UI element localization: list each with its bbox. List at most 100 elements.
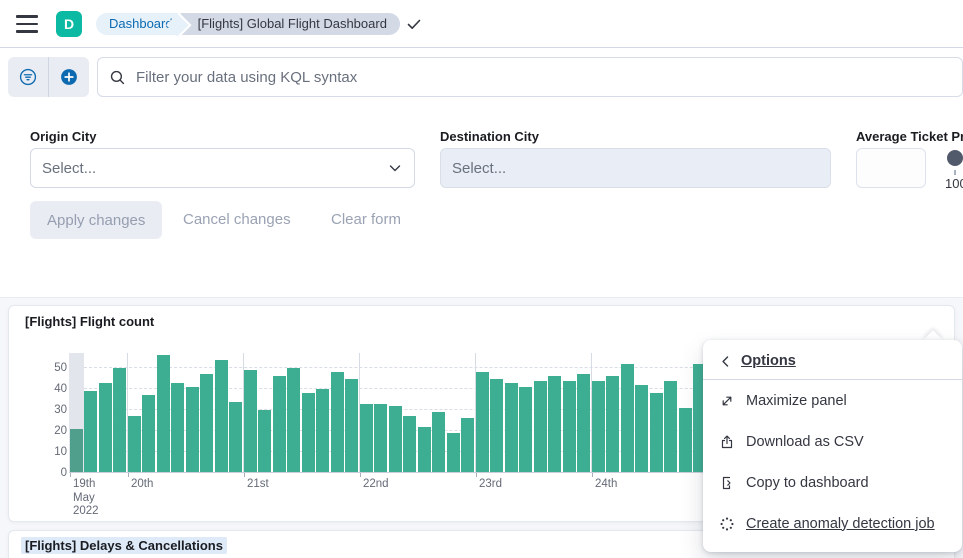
dashboard-controls: Origin City Select... Destination City S… — [0, 105, 963, 298]
menu-item-create-anomaly-job[interactable]: Create anomaly detection job — [703, 503, 962, 544]
flight-count-panel-title[interactable]: [Flights] Flight count — [25, 314, 154, 329]
x-axis-tick — [128, 473, 129, 477]
chart-bar[interactable] — [171, 383, 184, 473]
chart-bar[interactable] — [128, 416, 141, 473]
y-axis: 01020304050 — [29, 353, 67, 473]
breadcrumb-current-dashboard[interactable]: [Flights] Global Flight Dashboard — [181, 13, 400, 35]
maximize-icon — [719, 393, 735, 409]
panel-options-menu: Options Maximize panel Downl — [703, 340, 962, 552]
range-slider-value: 100 — [945, 176, 963, 191]
x-axis-tick — [476, 473, 477, 477]
chart-bar[interactable] — [302, 393, 315, 473]
chart-bar[interactable] — [200, 374, 213, 473]
chart-bar[interactable] — [360, 404, 373, 473]
x-axis-tick — [360, 473, 361, 477]
x-axis-label: 19th May 2022 — [73, 478, 99, 519]
chart-bar[interactable] — [592, 381, 605, 473]
query-bar: Filter your data using KQL syntax — [0, 49, 963, 105]
average-ticket-price-input[interactable] — [856, 148, 926, 188]
average-ticket-price-label: Average Ticket Price — [856, 129, 963, 144]
top-navigation-bar: D Dashboard [Flights] Global Flight Dash… — [0, 0, 963, 48]
chart-bar[interactable] — [215, 360, 228, 473]
kql-search-input[interactable]: Filter your data using KQL syntax — [97, 57, 963, 97]
range-slider-tick — [954, 170, 956, 175]
y-axis-label: 10 — [54, 446, 67, 458]
x-axis-label: 21st — [247, 478, 269, 492]
breadcrumb-dashboard[interactable]: Dashboard — [96, 13, 181, 35]
chevron-down-icon — [387, 160, 403, 176]
chart-bar[interactable] — [635, 385, 648, 473]
x-axis-label: 20th — [131, 478, 153, 492]
chart-bar[interactable] — [229, 402, 242, 473]
menu-item-download-csv[interactable]: Download as CSV — [703, 421, 962, 462]
chart-bar[interactable] — [244, 370, 257, 473]
x-axis-tick — [70, 473, 71, 477]
chart-bar[interactable] — [418, 427, 431, 473]
origin-city-placeholder: Select... — [42, 160, 96, 177]
chart-bar[interactable] — [84, 391, 97, 473]
y-axis-label: 0 — [61, 467, 67, 479]
chart-bar[interactable] — [113, 368, 126, 473]
chart-bar[interactable] — [331, 372, 344, 473]
chart-bar[interactable] — [432, 412, 445, 473]
chart-bar[interactable] — [447, 433, 460, 473]
chart-bar[interactable] — [505, 383, 518, 473]
chart-bar[interactable] — [99, 383, 112, 473]
chart-bar[interactable] — [186, 387, 199, 473]
check-icon[interactable] — [406, 16, 422, 32]
x-axis-tick — [244, 473, 245, 477]
chart-bar[interactable] — [345, 379, 358, 474]
y-axis-label: 50 — [54, 362, 67, 374]
chart-bar[interactable] — [679, 408, 692, 473]
chart-bar[interactable] — [374, 404, 387, 473]
chart-bar[interactable] — [534, 381, 547, 473]
menu-item-label: Download as CSV — [746, 434, 864, 450]
origin-city-label: Origin City — [30, 129, 96, 144]
menu-item-label: Copy to dashboard — [746, 475, 869, 491]
chart-bar[interactable] — [621, 364, 634, 473]
download-icon — [719, 434, 735, 450]
chart-bar[interactable] — [273, 376, 286, 473]
chart-bar[interactable] — [287, 368, 300, 473]
destination-city-select[interactable]: Select... — [440, 148, 831, 188]
chart-bar[interactable] — [490, 379, 503, 474]
menu-item-copy-to-dashboard[interactable]: Copy to dashboard — [703, 462, 962, 503]
chart-bar[interactable] — [519, 387, 532, 473]
filter-in-circle-icon[interactable] — [8, 57, 48, 97]
chart-bar[interactable] — [316, 389, 329, 473]
delays-panel-title[interactable]: [Flights] Delays & Cancellations — [21, 537, 227, 554]
kql-placeholder: Filter your data using KQL syntax — [136, 69, 357, 86]
chart-bar[interactable] — [403, 416, 416, 473]
breadcrumb: Dashboard [Flights] Global Flight Dashbo… — [96, 13, 400, 35]
chart-bar[interactable] — [389, 406, 402, 473]
options-menu-title: Options — [741, 353, 796, 369]
chart-bar[interactable] — [70, 429, 83, 473]
chart-bar[interactable] — [258, 410, 271, 473]
chart-bar[interactable] — [461, 418, 474, 473]
chart-bar[interactable] — [157, 355, 170, 473]
chart-bar[interactable] — [476, 372, 489, 473]
space-avatar[interactable]: D — [56, 11, 82, 37]
ml-icon — [719, 516, 735, 532]
cancel-changes-button[interactable]: Cancel changes — [183, 201, 291, 239]
chart-bar[interactable] — [577, 374, 590, 473]
chart-bar[interactable] — [548, 376, 561, 473]
chart-bar[interactable] — [650, 393, 663, 473]
menu-item-label: Create anomaly detection job — [746, 516, 935, 532]
x-axis-tick — [592, 473, 593, 477]
chart-bar[interactable] — [142, 395, 155, 473]
clear-form-button[interactable]: Clear form — [331, 201, 401, 239]
origin-city-select[interactable]: Select... — [30, 148, 415, 188]
range-slider-thumb[interactable] — [947, 150, 963, 166]
menu-item-maximize-panel[interactable]: Maximize panel — [703, 380, 962, 421]
chart-bar[interactable] — [664, 381, 677, 473]
add-filter-plus-icon[interactable] — [49, 57, 89, 97]
destination-city-placeholder: Select... — [452, 160, 506, 177]
x-axis-label: 24th — [595, 478, 617, 492]
menu-icon[interactable] — [16, 15, 38, 33]
apply-changes-button[interactable]: Apply changes — [30, 201, 162, 239]
x-axis-label: 23rd — [479, 478, 502, 492]
chart-bar[interactable] — [563, 381, 576, 473]
x-axis-label: 22nd — [363, 478, 389, 492]
chart-bar[interactable] — [606, 376, 619, 473]
